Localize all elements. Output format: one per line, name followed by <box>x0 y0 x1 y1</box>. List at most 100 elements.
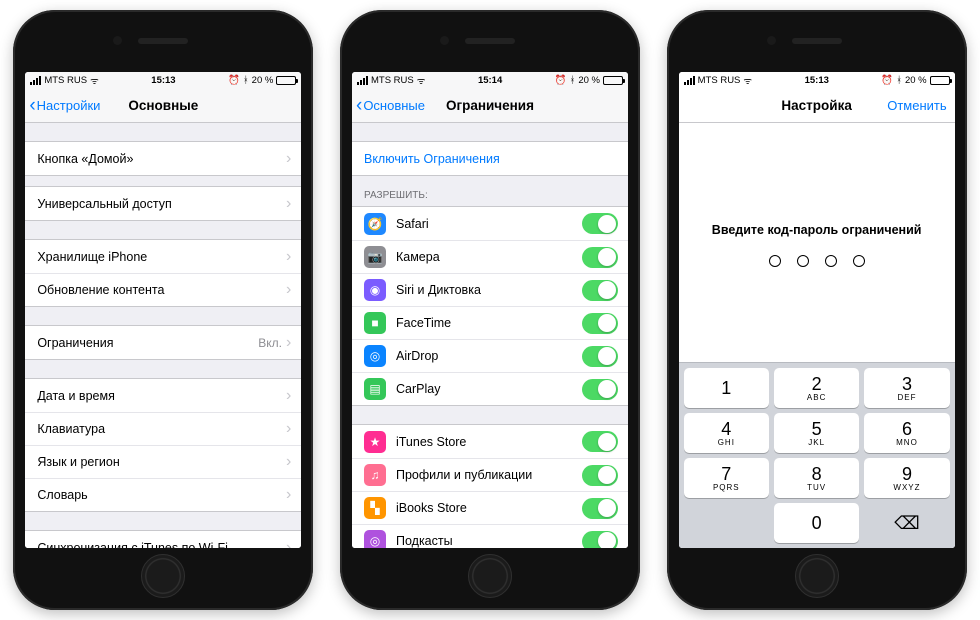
key-letters: DEF <box>897 393 916 402</box>
toggle-switch[interactable] <box>582 531 618 549</box>
toggle-switch[interactable] <box>582 280 618 301</box>
key-letters: TUV <box>807 483 826 492</box>
keypad-key-7[interactable]: 7PQRS <box>684 458 769 498</box>
toggle-switch[interactable] <box>582 313 618 334</box>
keypad-key-5[interactable]: 5JKL <box>774 413 859 453</box>
chevron-right-icon: › <box>286 539 291 549</box>
row-accessibility[interactable]: Универсальный доступ› <box>25 187 301 220</box>
row-itunes-wifi-sync[interactable]: Синхронизация с iTunes по Wi-Fi› <box>25 531 301 548</box>
nav-bar: Настройка Отменить <box>679 89 955 123</box>
home-button[interactable] <box>141 554 185 598</box>
toggle-switch[interactable] <box>582 346 618 367</box>
signal-icon <box>684 76 695 85</box>
phone-3: MTS RUS ᯤ 15:13 ⏰ ᚼ 20 % Настройка Отмен… <box>667 10 967 610</box>
row-app-подкасты[interactable]: ◎Подкасты <box>352 524 628 548</box>
keypad-key-1[interactable]: 1 <box>684 368 769 408</box>
chevron-right-icon: › <box>286 387 291 405</box>
app-label: AirDrop <box>396 349 582 363</box>
status-bar: MTS RUS ᯤ 15:13 ⏰ ᚼ 20 % <box>679 72 955 89</box>
passcode-dot <box>797 255 809 267</box>
key-number: 9 <box>902 465 912 483</box>
key-letters: GHI <box>718 438 735 447</box>
app-label: iTunes Store <box>396 435 582 449</box>
bluetooth-icon: ᚼ <box>570 75 576 86</box>
row-app-itunes-store[interactable]: ★iTunes Store <box>352 425 628 458</box>
alarm-icon: ⏰ <box>228 75 240 86</box>
key-number: 7 <box>721 465 731 483</box>
status-bar: MTS RUS ᯤ 15:13 ⏰ ᚼ 20 % <box>25 72 301 89</box>
keypad-key-8[interactable]: 8TUV <box>774 458 859 498</box>
row-app-facetime[interactable]: ■FaceTime <box>352 306 628 339</box>
keypad-key-4[interactable]: 4GHI <box>684 413 769 453</box>
toggle-switch[interactable] <box>582 431 618 452</box>
battery-icon <box>276 76 296 85</box>
key-number: 5 <box>812 420 822 438</box>
back-label: Настройки <box>37 98 101 113</box>
row-language-region[interactable]: Язык и регион› <box>25 445 301 478</box>
toggle-switch[interactable] <box>582 247 618 268</box>
row-restrictions[interactable]: ОграниченияВкл.› <box>25 326 301 359</box>
passcode-dot <box>769 255 781 267</box>
key-number: 3 <box>902 375 912 393</box>
key-number: ⌫ <box>894 514 919 532</box>
keypad-key-0[interactable]: 0 <box>774 503 859 543</box>
keypad-key-6[interactable]: 6MNO <box>864 413 949 453</box>
row-app-siri-и-диктовка[interactable]: ◉Siri и Диктовка <box>352 273 628 306</box>
keypad-key-3[interactable]: 3DEF <box>864 368 949 408</box>
battery-icon <box>930 76 950 85</box>
bluetooth-icon: ᚼ <box>896 75 902 86</box>
key-number: 4 <box>721 420 731 438</box>
app-icon: ▚ <box>364 497 386 519</box>
status-bar: MTS RUS ᯤ 15:14 ⏰ ᚼ 20 % <box>352 72 628 89</box>
back-button[interactable]: ‹ Настройки <box>25 98 100 113</box>
row-app-ibooks-store[interactable]: ▚iBooks Store <box>352 491 628 524</box>
chevron-right-icon: › <box>286 453 291 471</box>
app-label: Подкасты <box>396 534 582 548</box>
chevron-right-icon: › <box>286 281 291 299</box>
key-number: 1 <box>721 379 731 397</box>
home-button[interactable] <box>468 554 512 598</box>
content: Включить Ограничения РАЗРЕШИТЬ: 🧭Safari📷… <box>352 123 628 548</box>
row-storage[interactable]: Хранилище iPhone› <box>25 240 301 273</box>
key-letters: ABC <box>807 393 826 402</box>
restrictions-value: Вкл. <box>258 336 282 350</box>
toggle-switch[interactable] <box>582 498 618 519</box>
row-app-камера[interactable]: 📷Камера <box>352 240 628 273</box>
cancel-button[interactable]: Отменить <box>887 98 946 113</box>
toggle-switch[interactable] <box>582 213 618 234</box>
row-date-time[interactable]: Дата и время› <box>25 379 301 412</box>
chevron-right-icon: › <box>286 420 291 438</box>
app-label: FaceTime <box>396 316 582 330</box>
row-app-carplay[interactable]: ▤CarPlay <box>352 372 628 405</box>
row-background-refresh[interactable]: Обновление контента› <box>25 273 301 306</box>
row-app-safari[interactable]: 🧭Safari <box>352 207 628 240</box>
row-keyboard[interactable]: Клавиатура› <box>25 412 301 445</box>
chevron-right-icon: › <box>286 248 291 266</box>
status-time: 15:14 <box>478 75 502 86</box>
chevron-right-icon: › <box>286 195 291 213</box>
keypad-key-9[interactable]: 9WXYZ <box>864 458 949 498</box>
battery-pct: 20 % <box>252 75 274 86</box>
key-number: 6 <box>902 420 912 438</box>
app-label: CarPlay <box>396 382 582 396</box>
key-letters: MNO <box>896 438 918 447</box>
phone-1: MTS RUS ᯤ 15:13 ⏰ ᚼ 20 % ‹ Настройки Осн… <box>13 10 313 610</box>
row-enable-restrictions[interactable]: Включить Ограничения <box>352 142 628 175</box>
screen-restrictions: MTS RUS ᯤ 15:14 ⏰ ᚼ 20 % ‹ Основные Огра… <box>352 72 628 548</box>
status-time: 15:13 <box>805 75 829 86</box>
key-letters: PQRS <box>713 483 740 492</box>
app-label: Профили и публикации <box>396 468 582 482</box>
home-button[interactable] <box>795 554 839 598</box>
keypad-key-2[interactable]: 2ABC <box>774 368 859 408</box>
alarm-icon: ⏰ <box>555 75 567 86</box>
toggle-switch[interactable] <box>582 379 618 400</box>
row-app-airdrop[interactable]: ◎ AirDrop <box>352 339 628 372</box>
keypad-delete[interactable]: ⌫ <box>864 503 949 543</box>
app-icon: ◎ <box>364 345 386 367</box>
wifi-icon: ᯤ <box>743 74 752 87</box>
row-dictionary[interactable]: Словарь› <box>25 478 301 511</box>
row-home-button[interactable]: Кнопка «Домой»› <box>25 142 301 175</box>
back-button[interactable]: ‹ Основные <box>352 98 425 113</box>
toggle-switch[interactable] <box>582 465 618 486</box>
row-app-профили-и-публикации[interactable]: ♫Профили и публикации <box>352 458 628 491</box>
